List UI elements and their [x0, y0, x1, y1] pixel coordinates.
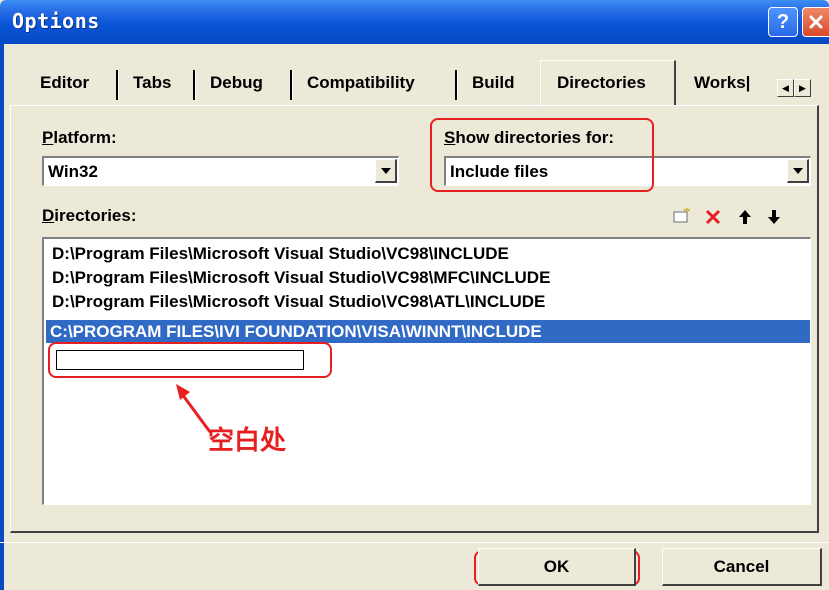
- tab-separator: [193, 70, 196, 100]
- platform-label: Platform:: [42, 128, 117, 147]
- arrow-left-icon: ◀: [782, 82, 789, 93]
- tab-build[interactable]: Build: [472, 71, 515, 95]
- platform-select[interactable]: Win32: [42, 156, 399, 186]
- move-down-icon[interactable]: [766, 208, 782, 226]
- list-item[interactable]: D:\Program Files\Microsoft Visual Studio…: [48, 290, 545, 313]
- dropdown-arrow-icon[interactable]: [787, 159, 809, 183]
- list-item[interactable]: D:\Program Files\Microsoft Visual Studio…: [48, 242, 509, 265]
- tab-directories[interactable]: Directories: [557, 71, 646, 95]
- tab-separator: [290, 70, 293, 100]
- ok-button[interactable]: OK: [478, 548, 636, 586]
- tab-editor[interactable]: Editor: [40, 71, 89, 95]
- list-item[interactable]: D:\Program Files\Microsoft Visual Studio…: [48, 266, 550, 289]
- move-up-icon[interactable]: [737, 208, 753, 226]
- cancel-button[interactable]: Cancel: [662, 548, 822, 586]
- dropdown-arrow-icon[interactable]: [375, 159, 397, 183]
- title-bar[interactable]: Options ?: [0, 0, 829, 44]
- help-icon: ?: [776, 11, 790, 33]
- help-button[interactable]: ?: [768, 7, 798, 37]
- delete-icon[interactable]: [704, 208, 722, 226]
- tab-workspace[interactable]: Works|: [694, 71, 750, 95]
- window-title: Options: [12, 9, 100, 33]
- tab-compatibility[interactable]: Compatibility: [307, 71, 415, 95]
- tab-separator: [455, 70, 458, 100]
- tab-separator: [116, 70, 119, 100]
- tab-tabs[interactable]: Tabs: [133, 71, 171, 95]
- highlight-show-directories: [430, 118, 654, 192]
- close-button[interactable]: [802, 7, 829, 37]
- platform-value: Win32: [48, 161, 98, 181]
- directories-label: Directories:: [42, 206, 137, 225]
- close-icon: [809, 15, 823, 29]
- tab-scroll-right-button[interactable]: ▶: [794, 79, 811, 97]
- arrow-right-icon: ▶: [799, 82, 806, 93]
- highlight-blank-entry: [48, 342, 332, 378]
- tab-scroll-left-button[interactable]: ◀: [777, 79, 794, 97]
- annotation-label: 空白处: [208, 426, 287, 456]
- tab-debug[interactable]: Debug: [210, 71, 263, 95]
- window-frame-left: [0, 44, 4, 590]
- tab-scroll-arrows[interactable]: ◀ ▶: [777, 79, 811, 97]
- list-item-selected[interactable]: C:\PROGRAM FILES\IVI FOUNDATION\VISA\WIN…: [46, 320, 810, 343]
- bottom-separator: [0, 542, 829, 544]
- new-folder-icon[interactable]: [672, 208, 690, 224]
